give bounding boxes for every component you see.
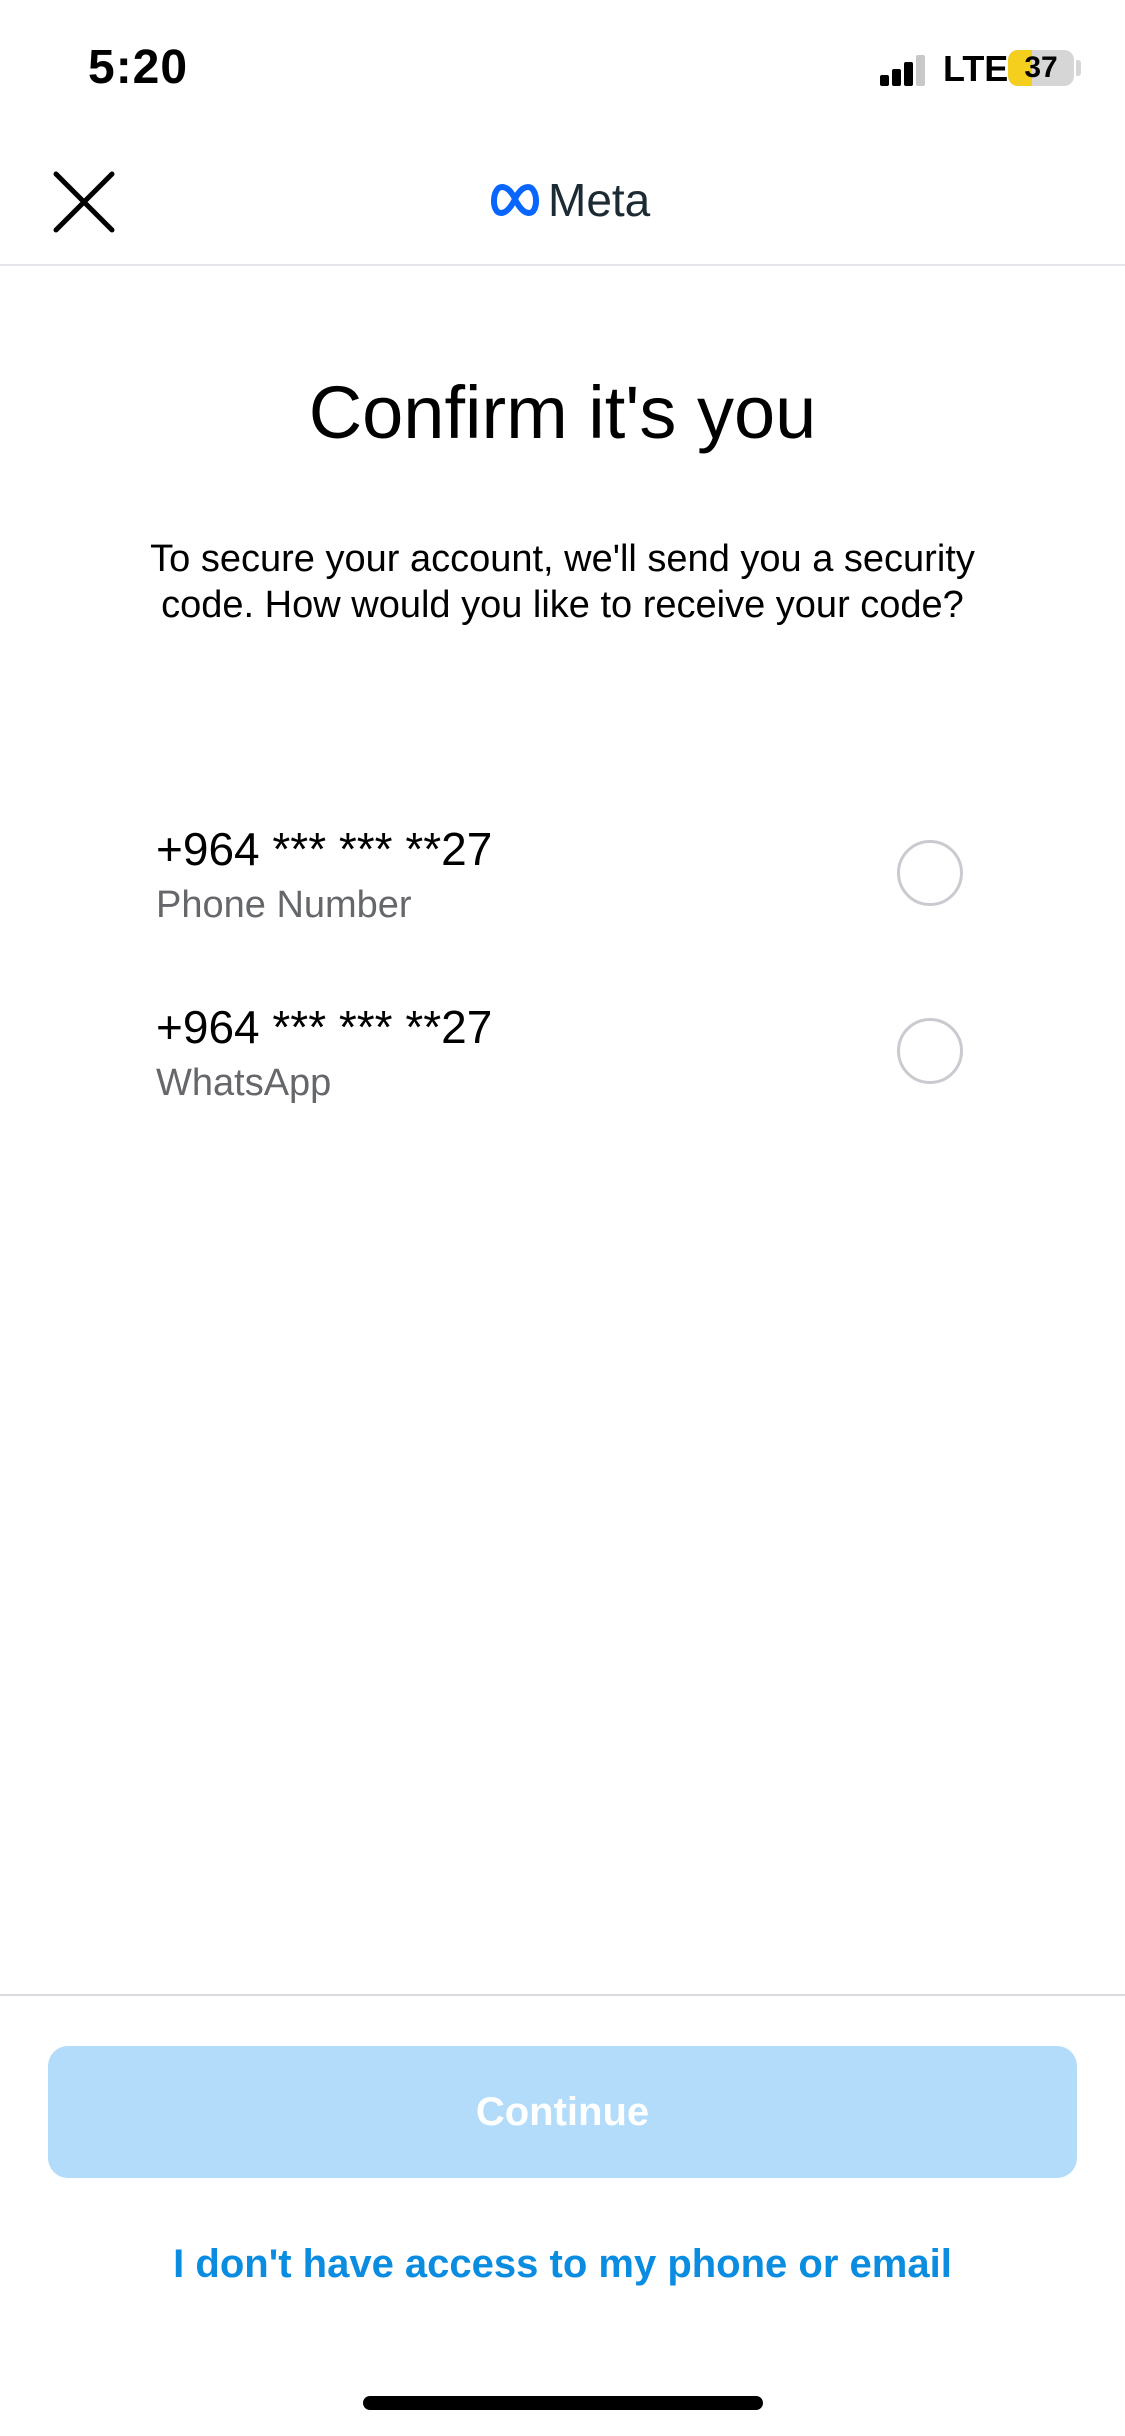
meta-logo: Meta xyxy=(488,170,650,230)
option-phone-number[interactable]: +964 *** *** **27 Phone Number xyxy=(0,822,1125,982)
footer-divider xyxy=(0,1994,1125,1996)
option-phone-value: +964 *** *** **27 xyxy=(156,823,493,875)
network-type: LTE xyxy=(943,48,1009,89)
cellular-signal-icon xyxy=(880,54,925,86)
option-phone-label: Phone Number xyxy=(156,884,412,926)
status-bar: 5:20 LTE 37 xyxy=(0,0,1125,140)
home-indicator xyxy=(363,2396,763,2410)
radio-button-whatsapp[interactable] xyxy=(897,1018,963,1084)
meta-infinity-icon xyxy=(491,184,539,216)
battery-icon: 37 xyxy=(1008,50,1074,86)
header: Meta xyxy=(0,140,1125,266)
battery-tip xyxy=(1076,60,1081,76)
close-icon xyxy=(53,171,115,233)
battery-level: 37 xyxy=(1024,51,1058,84)
no-access-link[interactable]: I don't have access to my phone or email xyxy=(0,2242,1125,2287)
option-whatsapp-value: +964 *** *** **27 xyxy=(156,1001,493,1053)
continue-button[interactable]: Continue xyxy=(48,2046,1077,2178)
status-time: 5:20 xyxy=(88,41,189,94)
page-description: To secure your account, we'll send you a… xyxy=(150,538,975,626)
close-button[interactable] xyxy=(44,162,124,242)
option-whatsapp-label: WhatsApp xyxy=(156,1062,332,1104)
option-whatsapp[interactable]: +964 *** *** **27 WhatsApp xyxy=(0,1000,1125,1160)
brand-name: Meta xyxy=(548,174,651,226)
radio-button-phone[interactable] xyxy=(897,840,963,906)
page-title: Confirm it's you xyxy=(308,371,817,454)
